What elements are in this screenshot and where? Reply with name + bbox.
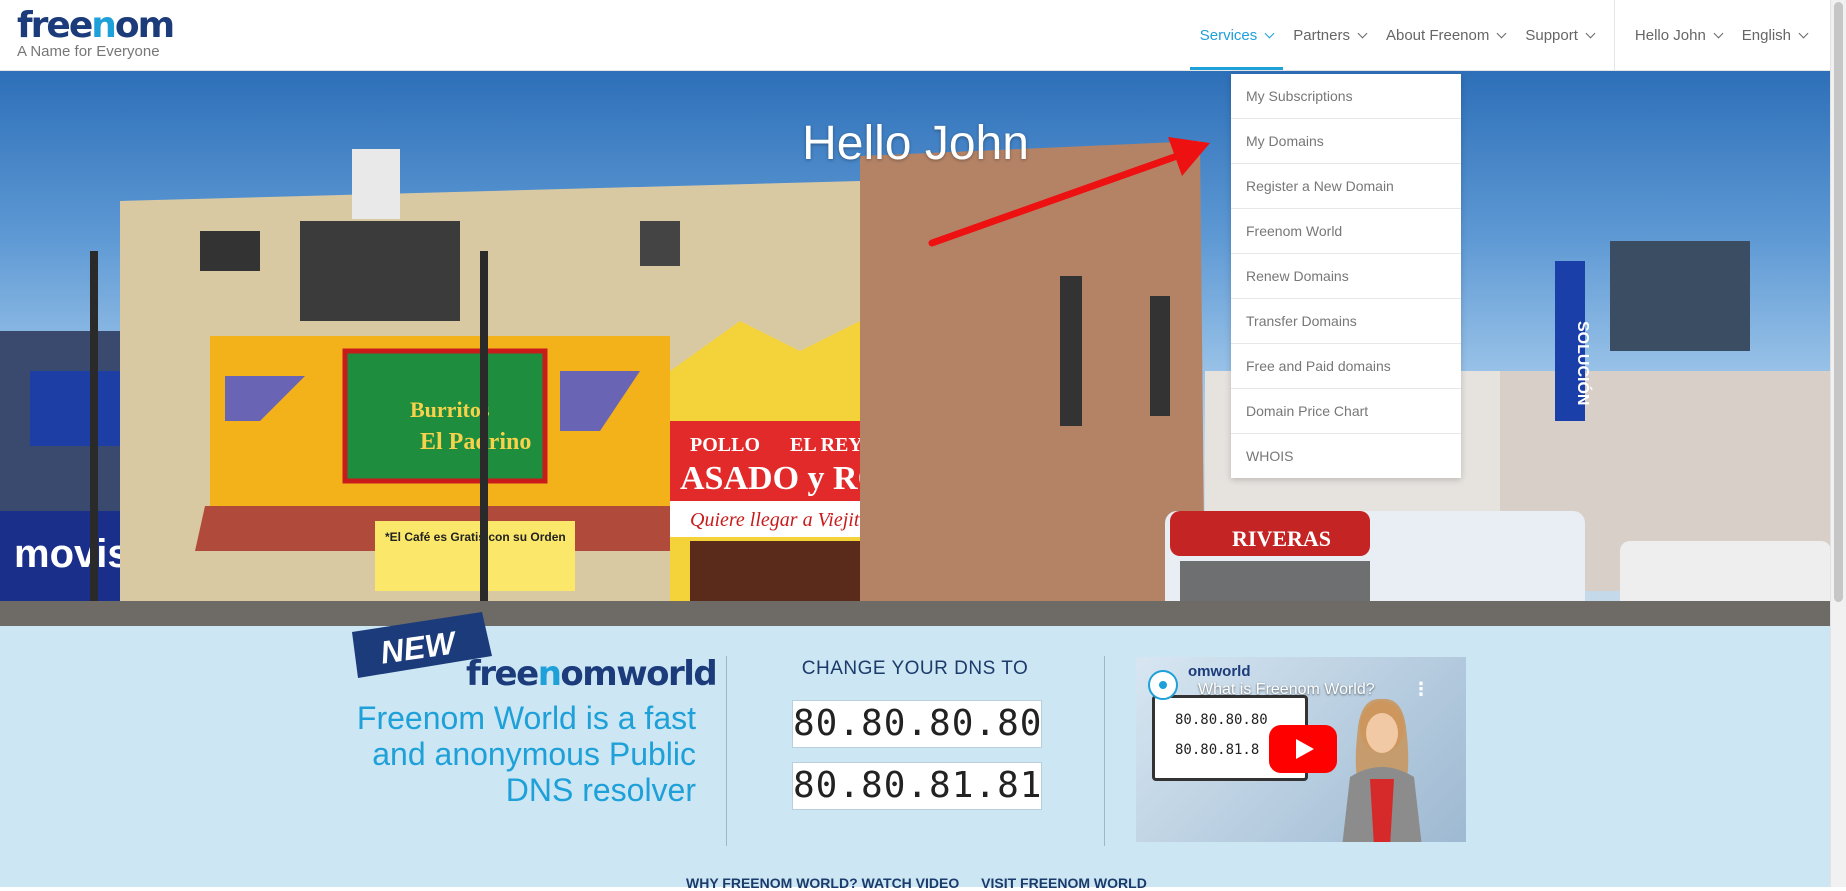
nav-divider	[1613, 0, 1615, 70]
menu-domain-price-chart[interactable]: Domain Price Chart	[1231, 389, 1461, 434]
chevron-down-icon	[1496, 28, 1507, 38]
logo-text-part: om	[114, 5, 175, 46]
logo-text-part: free	[17, 5, 93, 46]
scrollbar-thumb[interactable]	[1834, 2, 1843, 602]
youtube-play-icon[interactable]	[1269, 725, 1337, 773]
menu-renew-domains[interactable]: Renew Domains	[1231, 254, 1461, 299]
sign-solucion: SOLUCIÓN	[1574, 321, 1593, 405]
menu-transfer-domains[interactable]: Transfer Domains	[1231, 299, 1461, 344]
menu-whois[interactable]: WHOIS	[1231, 434, 1461, 478]
fw-logo-part: omworld	[560, 654, 717, 694]
nav-label: Support	[1525, 26, 1578, 44]
band-divider	[726, 656, 727, 846]
sign-burritos-1: Burritos	[410, 397, 490, 422]
menu-freenom-world[interactable]: Freenom World	[1231, 209, 1461, 254]
channel-avatar-icon[interactable]	[1148, 670, 1178, 700]
menu-register-new-domain[interactable]: Register a New Domain	[1231, 164, 1461, 209]
chevron-down-icon	[1357, 28, 1368, 38]
nav-label: Hello John	[1634, 26, 1706, 44]
dns-primary-value: 80.80.80.80	[792, 700, 1042, 748]
nav-user-menu[interactable]: Hello John	[1625, 0, 1732, 70]
hero-banner: movistar Burritos El Padrino *El Café es…	[0, 71, 1831, 626]
hero-greeting: Hello John	[802, 117, 1029, 170]
fw-logo-part: n	[537, 654, 562, 694]
band-divider	[1104, 656, 1105, 846]
dns-secondary-value: 80.80.81.81	[792, 762, 1042, 810]
watch-video-link[interactable]: WHY FREENOM WORLD? WATCH VIDEO	[686, 875, 959, 891]
video-screen-line: 80.80.81.8	[1175, 742, 1260, 758]
nav-label: English	[1741, 26, 1791, 44]
freenom-world-logo[interactable]: freenomworld	[466, 654, 718, 694]
nav-services[interactable]: Services	[1189, 0, 1284, 70]
nav-language[interactable]: English	[1732, 0, 1817, 70]
site-header: freenom A Name for Everyone Services Par…	[0, 0, 1831, 71]
chevron-down-icon	[1585, 28, 1596, 38]
video-channel-text: omworld	[1188, 663, 1251, 680]
chevron-down-icon	[1713, 28, 1724, 38]
fw-logo-part: free	[466, 654, 539, 694]
presenter-figure	[1342, 698, 1422, 842]
video-screen-line: 80.80.80.80	[1175, 712, 1268, 728]
menu-free-and-paid-domains[interactable]: Free and Paid domains	[1231, 344, 1461, 389]
nav-label: About Freenom	[1385, 26, 1490, 44]
menu-my-subscriptions[interactable]: My Subscriptions	[1231, 74, 1461, 119]
band-links: WHY FREENOM WORLD? WATCH VIDEO VISIT FRE…	[686, 875, 1165, 891]
sign-bus: RIVERAS	[1232, 526, 1331, 551]
nav-support[interactable]: Support	[1515, 0, 1604, 70]
sign-pollo-1: POLLO	[690, 434, 760, 456]
visit-freenom-world-link[interactable]: VISIT FREENOM WORLD	[981, 875, 1147, 891]
chevron-down-icon	[1798, 28, 1809, 38]
logo-tagline: A Name for Everyone	[17, 43, 160, 60]
services-dropdown: My Subscriptions My Domains Register a N…	[1231, 74, 1461, 478]
nav-label: Partners	[1293, 26, 1350, 44]
dns-heading: CHANGE YOUR DNS TO	[801, 658, 1029, 679]
main-nav: Services Partners About Freenom Support …	[1189, 0, 1817, 70]
sign-burritos-2: El Padrino	[420, 429, 531, 455]
sign-cafe: *El Café es Gratis con su Orden	[385, 530, 566, 544]
logo-text-part: n	[91, 5, 117, 46]
page-scrollbar[interactable]	[1830, 0, 1846, 887]
nav-label: Services	[1199, 26, 1258, 44]
chevron-down-icon	[1264, 28, 1275, 38]
video-embed[interactable]: 80.80.80.80 80.80.81.8 omworld What is F…	[1136, 657, 1466, 842]
menu-my-domains[interactable]: My Domains	[1231, 119, 1461, 164]
nav-partners[interactable]: Partners	[1283, 0, 1376, 70]
nav-about[interactable]: About Freenom	[1376, 0, 1515, 70]
freenom-world-description: Freenom World is a fast and anonymous Pu…	[356, 700, 696, 808]
freenom-logo[interactable]: freenom A Name for Everyone	[17, 5, 175, 61]
